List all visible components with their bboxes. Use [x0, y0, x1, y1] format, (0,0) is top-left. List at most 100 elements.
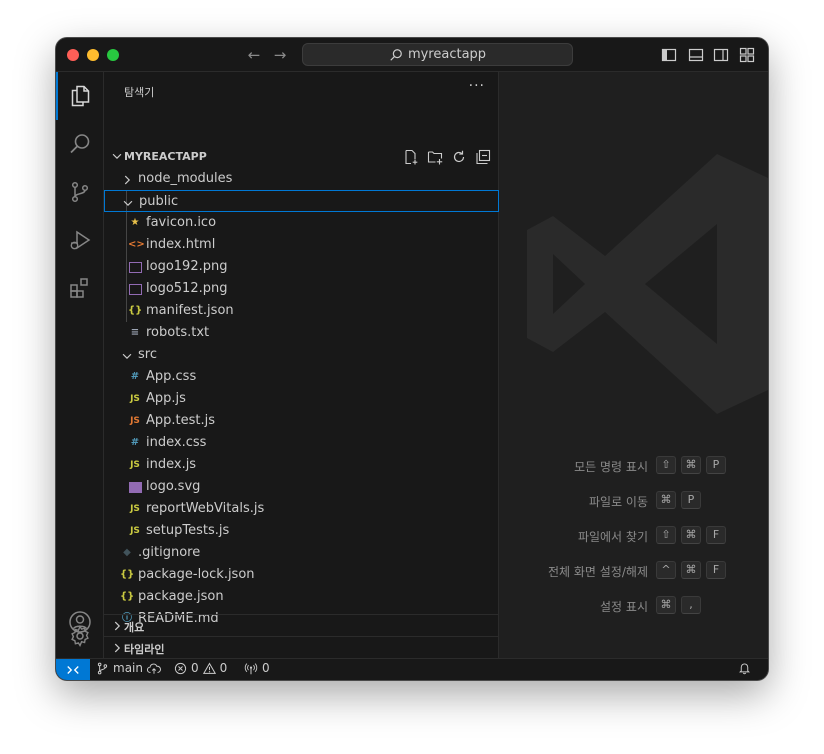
- extensions-activity[interactable]: [56, 264, 104, 312]
- search-icon: [390, 48, 402, 61]
- toggle-panel-icon[interactable]: [688, 47, 704, 63]
- vscode-window: ← → myreactapp 탐색기 ··· MYREACTAPP node_m…: [56, 38, 768, 680]
- close-window-button[interactable]: [67, 49, 79, 61]
- back-arrow-icon[interactable]: ←: [244, 45, 264, 65]
- keycap: ⇧: [656, 526, 676, 544]
- tree-file[interactable]: ≡ robots.txt: [104, 322, 499, 344]
- search-activity[interactable]: [56, 120, 104, 168]
- tree-file[interactable]: logo512.png: [104, 278, 499, 300]
- shortcut-label: 파일로 이동: [588, 495, 648, 509]
- shortcut-hint: 모든 명령 표시 ⇧ ⌘ P: [499, 455, 768, 477]
- customize-layout-icon[interactable]: [739, 47, 755, 63]
- manage-activity[interactable]: [56, 624, 104, 648]
- remote-indicator-button[interactable]: [56, 659, 90, 680]
- tree-file[interactable]: # App.css: [104, 366, 499, 388]
- minimize-window-button[interactable]: [87, 49, 99, 61]
- chevron-down-icon: [123, 200, 133, 207]
- star-icon: ★: [130, 217, 140, 228]
- command-center-search[interactable]: myreactapp: [302, 43, 573, 66]
- maximize-window-button[interactable]: [107, 49, 119, 61]
- toggle-secondary-sidebar-icon[interactable]: [713, 47, 729, 63]
- outline-section[interactable]: 개요: [104, 614, 499, 636]
- timeline-section[interactable]: 타임라인: [104, 636, 499, 658]
- keycap: ⌘: [656, 491, 676, 509]
- refresh-icon[interactable]: [451, 149, 467, 165]
- tree-file[interactable]: JS App.js: [104, 388, 499, 410]
- tree-item-label: robots.txt: [146, 325, 210, 340]
- keycap: ⌘: [681, 456, 701, 474]
- explorer-sidebar: 탐색기 ··· MYREACTAPP node_modulespublic ★ fa…: [104, 72, 499, 658]
- js-test-icon: JS: [130, 416, 140, 426]
- tree-file[interactable]: JS reportWebVitals.js: [104, 498, 499, 520]
- toggle-primary-sidebar-icon[interactable]: [661, 47, 677, 63]
- keycap: P: [706, 456, 726, 474]
- more-actions-button[interactable]: ···: [469, 78, 485, 94]
- text-file-icon: ≡: [130, 327, 140, 338]
- svg-icon: [128, 479, 142, 495]
- shortcut-label: 전체 화면 설정/해제: [548, 565, 648, 579]
- image-icon: [128, 259, 142, 275]
- extensions-icon: [70, 278, 88, 298]
- tree-item-label: manifest.json: [146, 303, 234, 318]
- shortcut-keys: ^ ⌘ F: [656, 561, 726, 579]
- ports-status[interactable]: 0: [244, 661, 270, 675]
- chevron-right-icon: [124, 175, 131, 185]
- js-icon: JS: [130, 504, 140, 514]
- explorer-header: 탐색기 ···: [104, 72, 499, 107]
- tree-file[interactable]: {} manifest.json: [104, 300, 499, 322]
- shortcut-keys: ⇧ ⌘ F: [656, 526, 726, 544]
- tree-file[interactable]: {} package.json: [104, 586, 499, 608]
- css-icon: #: [130, 437, 140, 448]
- tree-folder[interactable]: public: [104, 190, 499, 212]
- json-icon: {}: [120, 591, 135, 602]
- tree-item-label: reportWebVitals.js: [146, 501, 265, 516]
- tree-folder[interactable]: src: [104, 344, 499, 366]
- explorer-activity[interactable]: [56, 72, 104, 120]
- keycap: ⇧: [656, 456, 676, 474]
- shortcut-keys: ⌘,: [656, 596, 701, 614]
- tree-file[interactable]: JS setupTests.js: [104, 520, 499, 542]
- shortcut-hint: 설정 표시 ⌘,: [499, 595, 768, 617]
- tree-item-label: logo512.png: [146, 281, 228, 296]
- keycap: ⌘: [681, 561, 701, 579]
- tree-file[interactable]: logo192.png: [104, 256, 499, 278]
- title-bar: ← → myreactapp: [56, 38, 768, 72]
- collapse-all-icon[interactable]: [475, 149, 491, 165]
- tree-item-label: index.js: [146, 457, 197, 472]
- keycap: P: [681, 491, 701, 509]
- tree-file[interactable]: JS index.js: [104, 454, 499, 476]
- git-branch-icon: [97, 662, 108, 674]
- tree-file[interactable]: JS App.test.js: [104, 410, 499, 432]
- tree-file[interactable]: logo.svg: [104, 476, 499, 498]
- forward-arrow-icon[interactable]: →: [270, 45, 290, 65]
- keycap: ^: [656, 561, 676, 579]
- error-count: 0: [191, 661, 199, 675]
- cloud-upload-icon[interactable]: [147, 662, 161, 675]
- tree-file[interactable]: ★ favicon.ico: [104, 212, 499, 234]
- new-folder-icon[interactable]: [427, 149, 443, 165]
- tree-item-label: logo.svg: [146, 479, 201, 494]
- tree-item-label: .gitignore: [138, 545, 201, 560]
- tree-item-label: public: [139, 194, 179, 209]
- shortcut-label: 모든 명령 표시: [574, 460, 648, 474]
- notifications-button[interactable]: [738, 661, 751, 675]
- tree-file[interactable]: {} package-lock.json: [104, 564, 499, 586]
- source-control-activity[interactable]: [56, 168, 104, 216]
- tree-item-label: logo192.png: [146, 259, 228, 274]
- tree-folder[interactable]: node_modules: [104, 168, 499, 190]
- tree-file[interactable]: # index.css: [104, 432, 499, 454]
- vscode-watermark-logo: [527, 154, 768, 414]
- tree-item-label: package.json: [138, 589, 224, 604]
- tree-file[interactable]: ◆ .gitignore: [104, 542, 499, 564]
- js-icon: JS: [130, 526, 140, 536]
- files-icon: [71, 85, 90, 107]
- git-icon: ◆: [123, 547, 131, 558]
- new-file-icon[interactable]: [403, 149, 419, 165]
- tree-file[interactable]: <> index.html: [104, 234, 499, 256]
- branch-status[interactable]: main: [96, 661, 161, 675]
- keycap: ,: [681, 596, 701, 614]
- shortcut-hint: 전체 화면 설정/해제 ^ ⌘ F: [499, 560, 768, 582]
- run-debug-activity[interactable]: [56, 216, 104, 264]
- problems-status[interactable]: 0 0: [174, 661, 227, 675]
- project-section-header[interactable]: MYREACTAPP: [104, 146, 499, 168]
